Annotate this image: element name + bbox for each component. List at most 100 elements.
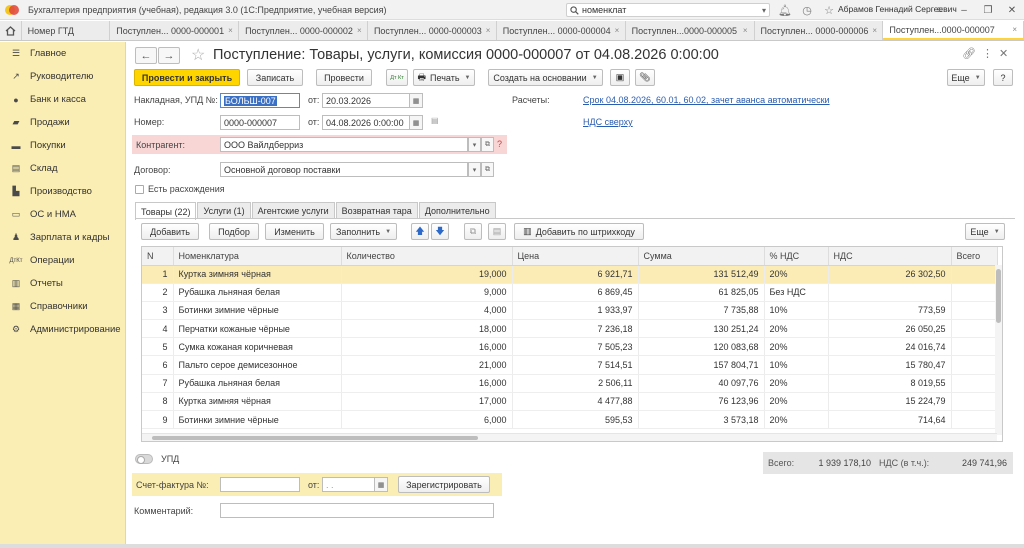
create-based-on-button[interactable]: Создать на основании ▼ bbox=[488, 69, 603, 86]
table-cell[interactable]: 40 097,76 bbox=[638, 374, 765, 393]
table-cell[interactable]: Перчатки кожаные чёрные bbox=[173, 319, 342, 339]
close-icon[interactable]: × bbox=[743, 26, 748, 35]
vertical-scroll-thumb[interactable] bbox=[996, 269, 1001, 323]
table-cell[interactable]: Рубашка льняная белая bbox=[173, 283, 342, 302]
fill-button[interactable]: Заполнить ▼ bbox=[330, 223, 397, 240]
menu-icon[interactable]: ≡ bbox=[928, 0, 952, 20]
table-cell[interactable]: 3 573,18 bbox=[638, 410, 765, 430]
table-cell[interactable]: 10% bbox=[764, 301, 829, 321]
more-actions-icon[interactable]: ⋮ bbox=[982, 47, 993, 60]
table-more-button[interactable]: Еще ▼ bbox=[965, 223, 1005, 240]
table-cell[interactable]: Ботинки зимние чёрные bbox=[173, 410, 342, 430]
table-cell[interactable]: Куртка зимняя чёрная bbox=[173, 265, 342, 284]
tax-invoice-number-field[interactable] bbox=[220, 477, 300, 492]
home-icon[interactable] bbox=[0, 21, 22, 40]
column-header[interactable]: Сумма bbox=[638, 247, 765, 266]
table-row[interactable]: 9 Ботинки зимние чёрные 6,000 595,53 3 573,1… bbox=[142, 410, 998, 430]
post-and-close-button[interactable]: Провести и закрыть bbox=[134, 69, 240, 86]
table-cell[interactable]: 76 123,96 bbox=[638, 392, 765, 412]
tab-services[interactable]: Услуги (1) bbox=[197, 202, 251, 219]
table-cell[interactable] bbox=[951, 355, 998, 375]
add-by-barcode-button[interactable]: ▥ Добавить по штрихкоду bbox=[514, 223, 644, 240]
table-cell[interactable]: 7 236,18 bbox=[512, 319, 639, 339]
table-cell[interactable]: 6 bbox=[142, 355, 174, 375]
open-icon[interactable]: ⧉ bbox=[481, 162, 494, 177]
close-window-icon[interactable]: ✕ bbox=[1000, 0, 1024, 20]
table-cell[interactable]: 7 514,51 bbox=[512, 355, 639, 375]
table-row[interactable]: 8 Куртка зимняя чёрная 17,000 4 477,88 76 12… bbox=[142, 392, 998, 412]
column-header[interactable]: N bbox=[142, 247, 174, 266]
tab-doc-2[interactable]: Поступлен... 0000-000002 × bbox=[239, 21, 368, 40]
table-cell[interactable]: 17,000 bbox=[341, 392, 513, 412]
sidebar-item-operations[interactable]: ДтКт Операции bbox=[0, 249, 125, 272]
table-cell[interactable] bbox=[951, 265, 998, 284]
column-header[interactable]: Цена bbox=[512, 247, 639, 266]
number-field[interactable]: 0000-000007 bbox=[220, 115, 300, 130]
table-cell[interactable]: 1 bbox=[142, 265, 174, 284]
calendar-icon[interactable]: ▦ bbox=[410, 115, 423, 130]
table-row[interactable]: 3 Ботинки зимние чёрные 4,000 1 933,97 7 735… bbox=[142, 301, 998, 321]
dt-kt-button[interactable]: Дт Кт bbox=[386, 69, 408, 86]
sidebar-item-manager[interactable]: ↗ Руководителю bbox=[0, 65, 125, 88]
close-icon[interactable]: × bbox=[872, 26, 877, 35]
table-cell[interactable]: 18,000 bbox=[341, 319, 513, 339]
table-cell[interactable]: Рубашка льняная белая bbox=[173, 374, 342, 393]
document-date-field[interactable]: 04.08.2026 0:00:00 bbox=[322, 115, 410, 130]
dropdown-icon[interactable]: ▾ bbox=[468, 162, 481, 177]
search-input[interactable]: номенклат ▾ bbox=[566, 3, 770, 17]
table-cell[interactable]: 61 825,05 bbox=[638, 283, 765, 302]
table-cell[interactable]: 15 780,47 bbox=[828, 355, 952, 375]
close-icon[interactable]: × bbox=[486, 26, 491, 35]
table-cell[interactable]: 20% bbox=[764, 265, 829, 284]
tab-doc-6[interactable]: Поступлен... 0000-000006 × bbox=[755, 21, 884, 40]
table-cell[interactable] bbox=[951, 410, 998, 430]
attach-button[interactable]: 📎︎ bbox=[635, 69, 655, 86]
tab-doc-5[interactable]: Поступлен...0000-000005 × bbox=[626, 21, 755, 40]
structure-button[interactable]: ▣ bbox=[610, 69, 630, 86]
forward-button[interactable]: → bbox=[158, 47, 180, 64]
print-button[interactable]: 🖶 Печать ▼ bbox=[413, 69, 475, 86]
table-cell[interactable] bbox=[828, 283, 952, 302]
invoice-date-field[interactable]: 20.03.2026 bbox=[322, 93, 410, 108]
close-icon[interactable]: × bbox=[228, 26, 233, 35]
table-cell[interactable] bbox=[951, 319, 998, 339]
table-cell[interactable] bbox=[951, 337, 998, 357]
discrepancy-checkbox[interactable] bbox=[135, 185, 144, 194]
date-settings-icon[interactable]: ▤ bbox=[431, 116, 439, 125]
pick-button[interactable]: Подбор bbox=[209, 223, 259, 240]
table-cell[interactable]: 3 bbox=[142, 301, 174, 321]
table-cell[interactable] bbox=[951, 374, 998, 393]
table-cell[interactable]: 20% bbox=[764, 337, 829, 357]
table-cell[interactable]: 714,64 bbox=[828, 410, 952, 430]
counterparty-field[interactable]: ООО Вайлдберриз bbox=[220, 137, 468, 152]
sidebar-item-purchases[interactable]: ▬ Покупки bbox=[0, 134, 125, 157]
table-cell[interactable] bbox=[951, 283, 998, 302]
table-cell[interactable]: 21,000 bbox=[341, 355, 513, 375]
table-cell[interactable]: 26 302,50 bbox=[828, 265, 952, 284]
restore-icon[interactable]: ❐ bbox=[976, 0, 1000, 20]
table-cell[interactable]: 773,59 bbox=[828, 301, 952, 321]
sidebar-item-bank[interactable]: ● Банк и касса bbox=[0, 88, 125, 111]
close-icon[interactable]: × bbox=[357, 26, 362, 35]
save-button[interactable]: Записать bbox=[247, 69, 303, 86]
table-cell[interactable]: Куртка зимняя чёрная bbox=[173, 392, 342, 412]
minimize-icon[interactable]: – bbox=[952, 0, 976, 20]
table-cell[interactable]: 20% bbox=[764, 410, 829, 430]
column-header[interactable]: % НДС bbox=[764, 247, 829, 266]
column-header[interactable]: Всего bbox=[951, 247, 998, 266]
copy-rows-button[interactable]: ⧉ bbox=[464, 223, 482, 240]
sidebar-item-assets[interactable]: ▭ ОС и НМА bbox=[0, 203, 125, 226]
favorite-star-icon[interactable]: ☆ bbox=[191, 45, 205, 65]
move-down-button[interactable]: 🡇 bbox=[431, 223, 449, 240]
table-row[interactable]: 1 Куртка зимняя чёрная 19,000 6 921,71 131 5… bbox=[142, 265, 998, 284]
table-cell[interactable] bbox=[951, 301, 998, 321]
column-header[interactable]: Количество bbox=[341, 247, 513, 266]
table-row[interactable]: 6 Пальто серое демисезонное 21,000 7 514,51… bbox=[142, 355, 998, 375]
tab-doc-3[interactable]: Поступлен... 0000-000003 × bbox=[368, 21, 497, 40]
open-icon[interactable]: ⧉ bbox=[481, 137, 494, 152]
table-cell[interactable]: 19,000 bbox=[341, 265, 513, 284]
tab-doc-7[interactable]: Поступлен...0000-000007 × bbox=[883, 21, 1024, 40]
sidebar-item-main[interactable]: ☰ Главное bbox=[0, 42, 125, 65]
sidebar-item-warehouse[interactable]: ▤ Склад bbox=[0, 157, 125, 180]
more-button[interactable]: Еще ▼ bbox=[947, 69, 985, 86]
